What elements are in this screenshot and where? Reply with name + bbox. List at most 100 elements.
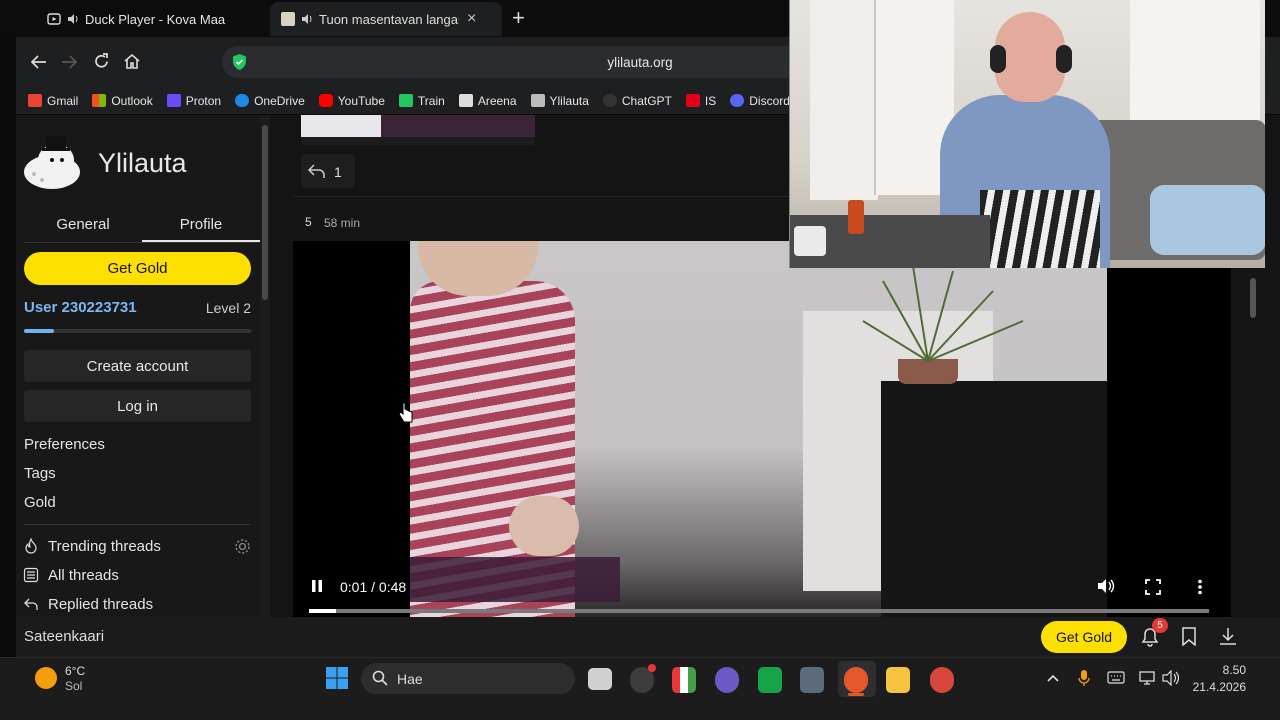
bookmark-chatgpt[interactable]: ChatGPT bbox=[602, 94, 672, 108]
url-text[interactable]: ylilauta.org bbox=[560, 55, 720, 70]
address-bar[interactable] bbox=[222, 46, 822, 78]
areena-icon bbox=[458, 94, 473, 107]
link-tags[interactable]: Tags bbox=[24, 465, 56, 482]
post-number[interactable]: 5 bbox=[305, 215, 312, 229]
app-camera-icon[interactable] bbox=[715, 667, 739, 693]
pause-icon[interactable] bbox=[311, 579, 323, 593]
link-gold[interactable]: Gold bbox=[24, 494, 56, 511]
bookmark-discord[interactable]: Discord bbox=[730, 94, 790, 108]
create-account-button[interactable]: Create account bbox=[24, 350, 251, 382]
more-options-icon[interactable] bbox=[1197, 579, 1203, 595]
bookmark-train[interactable]: Train bbox=[398, 94, 445, 108]
microphone-icon[interactable] bbox=[1078, 669, 1090, 687]
discord-icon bbox=[730, 94, 745, 107]
home-icon[interactable] bbox=[123, 52, 141, 70]
weather-sun-icon[interactable] bbox=[35, 667, 57, 689]
ylilauta-tab-icon bbox=[281, 12, 295, 26]
webcam-pillow bbox=[1150, 185, 1265, 255]
clock-time[interactable]: 8.50 bbox=[1194, 663, 1246, 677]
list-icon bbox=[23, 567, 39, 583]
taskbar-search[interactable] bbox=[361, 663, 575, 694]
fullscreen-icon[interactable] bbox=[1145, 579, 1161, 595]
board-name[interactable]: Sateenkaari bbox=[24, 628, 104, 645]
download-icon[interactable] bbox=[1218, 627, 1238, 646]
weather-temp[interactable]: 6°C bbox=[65, 664, 85, 678]
volume-icon[interactable] bbox=[1162, 670, 1180, 686]
app-green-icon[interactable] bbox=[758, 667, 782, 693]
gear-icon[interactable] bbox=[234, 538, 251, 555]
hand-cursor-icon bbox=[398, 402, 413, 423]
webcam-can bbox=[848, 200, 864, 234]
log-in-button[interactable]: Log in bbox=[24, 390, 251, 422]
previous-post-image[interactable] bbox=[301, 115, 535, 145]
bookmark-gmail[interactable]: Gmail bbox=[28, 94, 78, 108]
task-view-icon[interactable] bbox=[588, 668, 612, 690]
bookmark-ylilauta[interactable]: Ylilauta bbox=[530, 94, 589, 108]
user-level: Level 2 bbox=[205, 300, 251, 316]
video-monitor bbox=[881, 381, 1107, 617]
tab-profile[interactable]: Profile bbox=[142, 216, 260, 233]
search-icon bbox=[372, 670, 388, 686]
link-trending-threads[interactable]: Trending threads bbox=[48, 538, 161, 555]
proton-icon bbox=[166, 94, 181, 107]
chevron-up-icon[interactable] bbox=[1046, 671, 1060, 685]
video-time: 0:01 / 0:48 bbox=[340, 579, 407, 595]
reply-count: 1 bbox=[334, 164, 342, 180]
page-scrollbar[interactable] bbox=[1246, 270, 1260, 658]
network-icon[interactable] bbox=[1139, 670, 1155, 686]
bookmark-outlook[interactable]: Outlook bbox=[92, 94, 153, 108]
webcam-cabinet bbox=[810, 0, 880, 200]
clock-date[interactable]: 21.4.2026 bbox=[1186, 680, 1246, 694]
bookmark-is[interactable]: IS bbox=[685, 94, 716, 108]
video-caption-overlay bbox=[410, 557, 620, 602]
reload-icon[interactable] bbox=[92, 52, 111, 71]
tab-ylilauta[interactable]: Tuon masentavan langan × bbox=[270, 2, 502, 36]
weather-condition: Sol bbox=[65, 679, 83, 693]
volume-icon[interactable] bbox=[1097, 578, 1115, 594]
back-icon[interactable] bbox=[30, 53, 48, 71]
username[interactable]: User 230223731 bbox=[24, 299, 137, 316]
app-tricolor-icon[interactable] bbox=[672, 667, 696, 693]
bookmark-areena[interactable]: Areena bbox=[458, 94, 517, 108]
duck-player-icon bbox=[47, 13, 61, 25]
calculator-icon[interactable] bbox=[800, 667, 824, 693]
notification-badge: 5 bbox=[1152, 618, 1168, 633]
site-logo-seal bbox=[24, 136, 80, 189]
link-preferences[interactable]: Preferences bbox=[24, 436, 105, 453]
onedrive-icon bbox=[235, 94, 250, 107]
shield-icon[interactable] bbox=[231, 53, 248, 71]
duckduckgo-browser-icon[interactable] bbox=[844, 667, 868, 693]
bookmark-onedrive[interactable]: OneDrive bbox=[235, 94, 305, 108]
tab-divider bbox=[24, 242, 260, 243]
close-icon[interactable]: × bbox=[467, 10, 476, 28]
webcam-overlay bbox=[789, 0, 1265, 268]
get-gold-button[interactable]: Get Gold bbox=[24, 252, 251, 285]
recording-dot bbox=[648, 664, 656, 672]
new-tab-button[interactable]: + bbox=[512, 5, 525, 31]
speaker-icon bbox=[302, 14, 312, 24]
tab-general[interactable]: General bbox=[24, 216, 142, 233]
windows-start-icon[interactable] bbox=[325, 666, 349, 690]
site-name[interactable]: Ylilauta bbox=[98, 148, 187, 179]
post-age: 58 min bbox=[324, 216, 361, 230]
forward-icon[interactable] bbox=[60, 53, 78, 71]
bookmark-youtube[interactable]: YouTube bbox=[318, 94, 385, 108]
get-gold-button-bottom[interactable]: Get Gold bbox=[1041, 621, 1127, 653]
tab-duck-player[interactable]: Duck Player - Kova Maa bbox=[40, 2, 268, 36]
ylilauta-icon bbox=[530, 94, 545, 107]
video-progress-bar[interactable] bbox=[309, 609, 1209, 613]
file-explorer-icon[interactable] bbox=[886, 667, 910, 693]
gmail-icon bbox=[28, 94, 42, 107]
video-player[interactable]: 0:01 / 0:48 bbox=[293, 241, 1231, 617]
link-all-threads[interactable]: All threads bbox=[48, 567, 119, 584]
bookmark-icon[interactable] bbox=[1181, 627, 1197, 646]
app-red-icon[interactable] bbox=[930, 667, 954, 693]
video-letterbox-right bbox=[1107, 241, 1231, 617]
keyboard-icon[interactable] bbox=[1107, 671, 1125, 684]
post-divider bbox=[293, 196, 793, 197]
train-icon bbox=[398, 94, 413, 107]
sidebar-scrollbar[interactable] bbox=[260, 115, 270, 617]
link-replied-threads[interactable]: Replied threads bbox=[48, 596, 153, 613]
chatgpt-icon bbox=[602, 94, 617, 107]
bookmark-proton[interactable]: Proton bbox=[166, 94, 221, 108]
